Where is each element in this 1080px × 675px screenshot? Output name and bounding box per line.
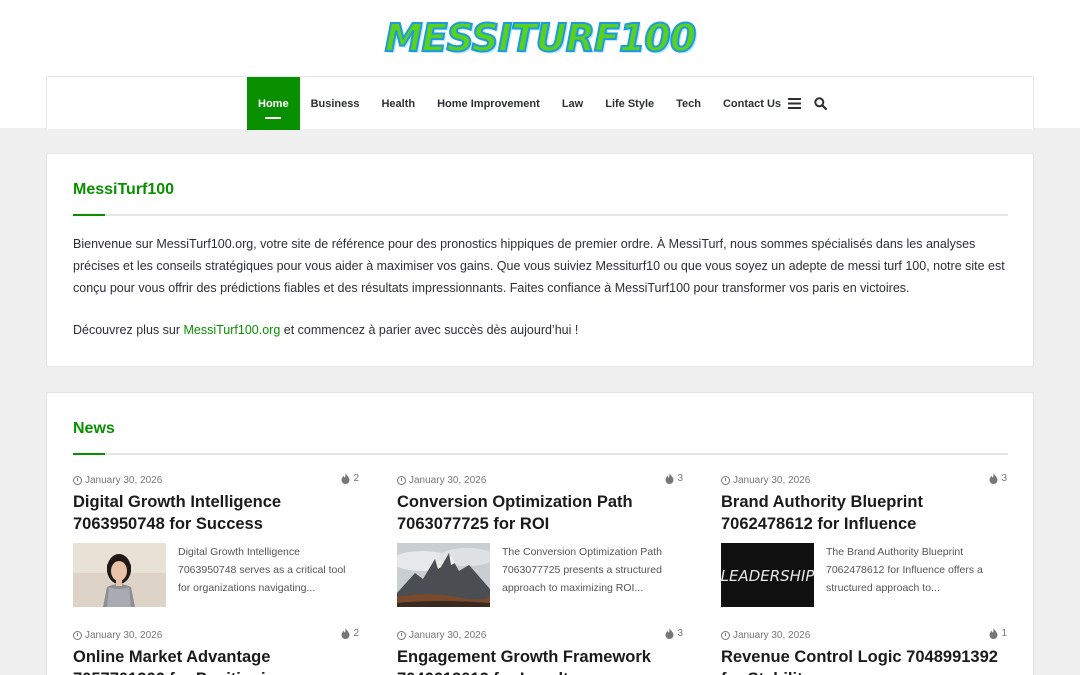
post-excerpt: The Conversion Optimization Path 7063077… (502, 546, 662, 594)
post-title[interactable]: Digital Growth Intelligence 7063950748 f… (73, 491, 359, 535)
post-excerpt: The Brand Authority Blueprint 7062478612… (826, 546, 983, 594)
fire-icon (665, 628, 674, 639)
nav-item-label: Life Style (605, 97, 655, 110)
post-meta: January 30, 2026 3 (397, 628, 683, 642)
title-divider (73, 214, 1008, 216)
menu-icon[interactable] (787, 97, 801, 111)
clock-icon (73, 475, 82, 485)
post-title[interactable]: Conversion Optimization Path 7063077725 … (397, 491, 683, 535)
title-divider (73, 453, 1008, 455)
post-meta: January 30, 2026 1 (721, 628, 1007, 642)
views-count: 3 (677, 473, 683, 484)
news-title: News (73, 420, 115, 437)
post-views: 2 (341, 628, 359, 639)
post-thumbnail[interactable] (73, 543, 166, 607)
logo-text: MESSITURF100 (384, 15, 698, 61)
nav-menu: Home Business Health Home Improvement La… (247, 77, 792, 130)
site-link[interactable]: MessiTurf100.org (183, 323, 280, 337)
views-count: 2 (353, 628, 359, 639)
clock-icon (721, 475, 730, 485)
post-date: January 30, 2026 (733, 474, 811, 486)
post-meta: January 30, 2026 3 (397, 473, 683, 487)
main-navigation: Home Business Health Home Improvement La… (46, 76, 1034, 130)
nav-item-life-style[interactable]: Life Style (594, 77, 665, 130)
post-excerpt: Digital Growth Intelligence 7063950748 s… (178, 546, 346, 594)
nav-item-health[interactable]: Health (370, 77, 426, 130)
nav-item-law[interactable]: Law (551, 77, 594, 130)
post-title[interactable]: Online Market Advantage 7057701266 for P… (73, 646, 359, 675)
cta-text: et commencez à parier avec succès dès au… (280, 323, 579, 337)
intro-paragraph: Bienvenue sur MessiTurf100.org, votre si… (73, 237, 1005, 295)
clock-icon (721, 630, 730, 640)
post-views: 1 (989, 628, 1007, 639)
post-date: January 30, 2026 (409, 474, 487, 486)
nav-tools (787, 77, 827, 130)
news-block: News January 30, 2026 2 Digital Growth I… (46, 392, 1034, 675)
clock-icon (397, 475, 406, 485)
post-date: January 30, 2026 (85, 474, 163, 486)
post-views: 3 (665, 628, 683, 639)
post-title[interactable]: Revenue Control Logic 7048991392 for Sta… (721, 646, 1007, 675)
nav-item-label: Health (381, 97, 416, 110)
post-views: 2 (341, 473, 359, 484)
fire-icon (341, 473, 350, 484)
post-date: January 30, 2026 (409, 629, 487, 641)
views-count: 3 (1001, 473, 1007, 484)
nav-item-label: Tech (676, 97, 701, 110)
fire-icon (341, 628, 350, 639)
search-icon[interactable] (813, 97, 827, 111)
fire-icon (665, 473, 674, 484)
post-thumbnail[interactable] (397, 543, 490, 607)
post-thumbnail[interactable]: LEADERSHIP (721, 543, 814, 607)
post-title[interactable]: Brand Authority Blueprint 7062478612 for… (721, 491, 1007, 535)
post-meta: January 30, 2026 2 (73, 473, 359, 487)
leadership-chalk-text: LEADERSHIP (721, 567, 814, 585)
intro-block: MessiTurf100 Bienvenue sur MessiTurf100.… (46, 153, 1034, 367)
nav-item-tech[interactable]: Tech (665, 77, 712, 130)
nav-item-label: Business (310, 97, 360, 110)
nav-item-home[interactable]: Home (247, 77, 300, 130)
views-count: 2 (353, 473, 359, 484)
post-meta: January 30, 2026 3 (721, 473, 1007, 487)
nav-item-label: Law (561, 97, 584, 110)
nav-item-label: Contact Us (722, 97, 782, 110)
views-count: 3 (677, 628, 683, 639)
nav-item-label: Home (258, 97, 289, 110)
fire-icon (989, 628, 998, 639)
site-logo[interactable]: MESSITURF100 (384, 14, 698, 62)
post-date: January 30, 2026 (733, 629, 811, 641)
nav-item-business[interactable]: Business (300, 77, 371, 130)
cta-text: Découvrez plus sur (73, 323, 184, 337)
intro-title: MessiTurf100 (73, 181, 175, 198)
post-views: 3 (665, 473, 683, 484)
post-meta: January 30, 2026 2 (73, 628, 359, 642)
nav-item-contact-us[interactable]: Contact Us (712, 77, 792, 130)
clock-icon (397, 630, 406, 640)
post-date: January 30, 2026 (85, 629, 163, 641)
nav-item-home-improvement[interactable]: Home Improvement (426, 77, 551, 130)
views-count: 1 (1001, 628, 1007, 639)
fire-icon (989, 473, 998, 484)
nav-item-label: Home Improvement (437, 97, 540, 110)
post-views: 3 (989, 473, 1007, 484)
intro-cta: Découvrez plus sur MessiTurf100.org et c… (73, 319, 578, 341)
clock-icon (73, 630, 82, 640)
post-title[interactable]: Engagement Growth Framework 7046613012 f… (397, 646, 683, 675)
